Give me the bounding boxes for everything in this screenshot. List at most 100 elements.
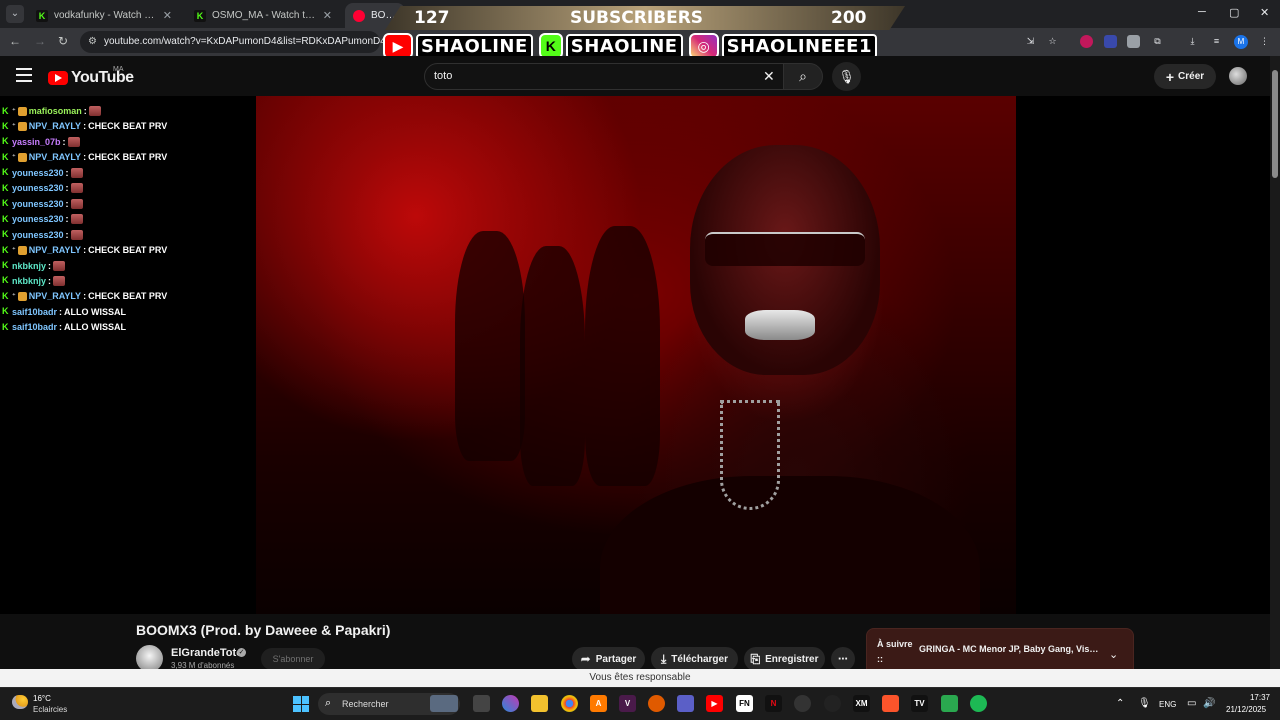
reading-list-icon[interactable]: ≡	[1210, 35, 1223, 48]
gift-badge-icon: ⁺	[12, 247, 16, 255]
bookmark-star-icon[interactable]: ☆	[1046, 35, 1059, 48]
windows-start-icon[interactable]	[293, 696, 309, 712]
background-figure	[455, 231, 525, 461]
app-icon[interactable]: FN	[736, 695, 753, 712]
goal-label: SUBSCRIBERS	[570, 8, 704, 28]
url-text[interactable]: youtube.com/watch?v=KxDAPumonD4&list=RDK…	[104, 36, 400, 47]
extension-icon[interactable]	[1080, 35, 1093, 48]
search-highlight-icon[interactable]	[430, 695, 458, 712]
chat-message: Knkbknjy :	[2, 259, 66, 273]
browser-tab-1[interactable]: K vodkafunky - Watch the VOD o ✕	[28, 3, 180, 28]
chrome-icon[interactable]	[561, 695, 578, 712]
more-actions-button[interactable]: ⋯	[831, 647, 855, 671]
app-icon[interactable]: V	[619, 695, 636, 712]
chat-separator: :	[48, 260, 52, 271]
save-button[interactable]: ⎘ Enregistrer	[744, 647, 825, 671]
chat-separator: :	[83, 152, 87, 163]
subscribe-button[interactable]: S'abonner	[261, 648, 325, 670]
chevron-down-icon[interactable]: ⌄	[1109, 648, 1118, 661]
file-explorer-icon[interactable]	[531, 695, 548, 712]
network-icon[interactable]: ▭	[1187, 698, 1196, 709]
chat-emote-icon	[67, 136, 80, 147]
chat-username[interactable]: saif10badr	[12, 322, 57, 332]
scrollbar-thumb[interactable]	[1272, 70, 1278, 178]
forward-icon[interactable]: →	[34, 34, 46, 48]
chat-username[interactable]: youness230	[12, 230, 64, 240]
chat-username[interactable]: nkbknjy	[12, 276, 46, 286]
volume-icon[interactable]: 🔊	[1203, 698, 1215, 709]
install-app-icon[interactable]: ⇲	[1024, 35, 1037, 48]
tab-search-chevron-icon[interactable]: ⌄	[6, 5, 24, 23]
more-menu-icon[interactable]: ⋮	[1258, 35, 1271, 48]
clear-search-icon[interactable]: ✕	[763, 68, 775, 85]
share-button[interactable]: ➦ Partager	[572, 647, 645, 671]
weather-temperature[interactable]: 16°C	[33, 694, 51, 703]
download-label: Télécharger	[671, 653, 728, 665]
account-avatar[interactable]	[1229, 67, 1247, 85]
copilot-icon[interactable]	[502, 695, 519, 712]
up-next-title[interactable]: GRINGA - MC Menor JP, Baby Gang, Visio..…	[919, 644, 1099, 654]
search-value[interactable]: toto	[434, 70, 452, 82]
channel-name[interactable]: ElGrandeToto	[171, 647, 243, 659]
close-window-icon[interactable]: ✕	[1260, 6, 1269, 19]
clock-date[interactable]: 21/12/2025	[1226, 705, 1266, 714]
chat-username[interactable]: yassin_07b	[12, 137, 61, 147]
app-icon[interactable]	[941, 695, 958, 712]
chat-username[interactable]: youness230	[12, 183, 64, 193]
download-icon[interactable]: ⤓	[1186, 35, 1199, 48]
chat-username[interactable]: youness230	[12, 199, 64, 209]
search-button[interactable]: ⌕	[783, 63, 823, 90]
app-icon[interactable]	[648, 695, 665, 712]
download-button[interactable]: ⤓ Télécharger	[651, 647, 738, 671]
extensions-puzzle-icon[interactable]: ⧉	[1151, 35, 1164, 48]
hamburger-menu-icon[interactable]	[16, 68, 32, 82]
app-icon[interactable]: A	[590, 695, 607, 712]
xm-icon[interactable]: XM	[853, 695, 870, 712]
maximize-icon[interactable]: ▢	[1229, 6, 1239, 19]
chat-username[interactable]: youness230	[12, 168, 64, 178]
taskbar-search-placeholder[interactable]: Rechercher	[342, 699, 389, 709]
reload-icon[interactable]: ↻	[58, 34, 68, 48]
language-indicator[interactable]: ENG	[1159, 700, 1176, 709]
subscriber-badge-icon	[17, 121, 27, 131]
chat-username[interactable]: NPV_RAYLY	[29, 245, 81, 255]
clock-time[interactable]: 17:37	[1240, 693, 1270, 702]
teams-icon[interactable]	[677, 695, 694, 712]
tab-close-icon[interactable]: ✕	[163, 9, 172, 22]
channel-avatar[interactable]	[136, 645, 163, 672]
minimize-icon[interactable]: ─	[1198, 6, 1206, 18]
tab-close-icon[interactable]: ✕	[323, 9, 332, 22]
microphone-icon[interactable]: 🎙	[1138, 698, 1151, 709]
chat-username[interactable]: youness230	[12, 214, 64, 224]
kick-badge-icon: K	[2, 306, 9, 317]
extension-icon[interactable]	[1104, 35, 1117, 48]
app-icon[interactable]	[794, 695, 811, 712]
task-view-icon[interactable]	[473, 695, 490, 712]
netflix-icon[interactable]: N	[765, 695, 782, 712]
chat-username[interactable]: mafiosoman	[29, 106, 82, 116]
app-icon[interactable]	[824, 695, 841, 712]
tray-chevron-up-icon[interactable]: ⌃	[1116, 698, 1124, 709]
kick-badge-icon: K	[2, 321, 9, 332]
chat-username[interactable]: NPV_RAYLY	[29, 121, 81, 131]
brave-icon[interactable]	[882, 695, 899, 712]
weather-description[interactable]: Eclaircies	[33, 705, 67, 714]
profile-avatar[interactable]: M	[1234, 35, 1248, 49]
chat-username[interactable]: NPV_RAYLY	[29, 152, 81, 162]
chat-username[interactable]: saif10badr	[12, 307, 57, 317]
youtube-icon[interactable]: ▶	[706, 695, 723, 712]
chat-username[interactable]: nkbknjy	[12, 261, 46, 271]
weather-partly-sunny-icon[interactable]	[12, 695, 28, 709]
chat-username[interactable]: NPV_RAYLY	[29, 291, 81, 301]
search-input[interactable]	[424, 63, 784, 90]
back-icon[interactable]: ←	[9, 34, 21, 48]
voice-search-mic-icon[interactable]: 🎙	[832, 62, 861, 91]
site-info-icon[interactable]: ⚙	[88, 36, 97, 47]
spotify-icon[interactable]	[970, 695, 987, 712]
video-player[interactable]	[0, 96, 1270, 614]
browser-tab-2[interactable]: K OSMO_MA - Watch the VOD o ✕	[186, 3, 340, 28]
tradingview-icon[interactable]: TV	[911, 695, 928, 712]
create-button[interactable]: + Créer	[1154, 64, 1216, 89]
kick-badge-icon: K	[2, 198, 9, 209]
extension-icon[interactable]	[1127, 35, 1140, 48]
